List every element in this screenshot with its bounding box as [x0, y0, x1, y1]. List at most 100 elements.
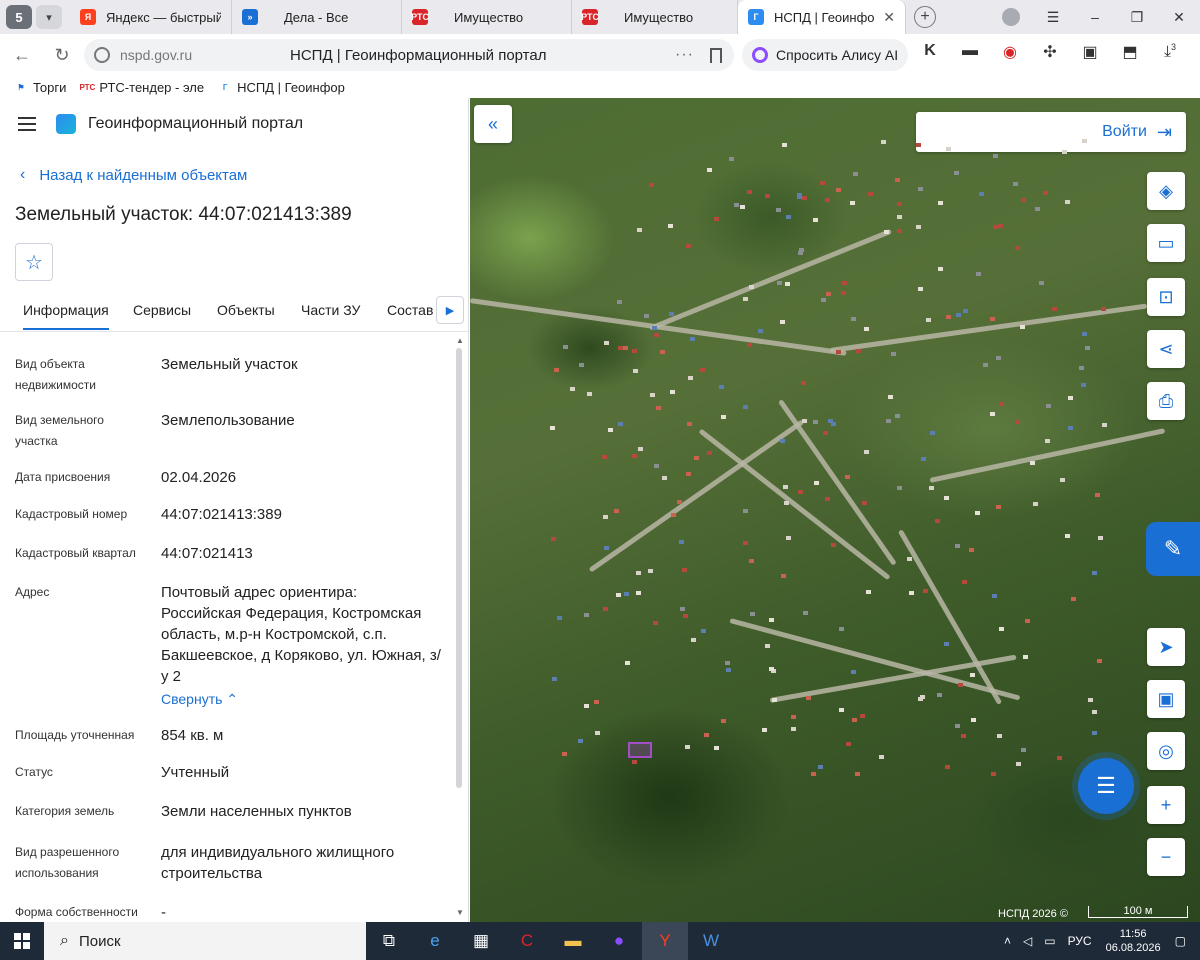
clock-time: 11:56	[1119, 928, 1147, 940]
scroll-down-arrow-icon[interactable]: ▼	[456, 908, 464, 917]
reload-icon[interactable]: ↻	[46, 45, 78, 66]
ccleaner-icon[interactable]: C	[504, 922, 550, 960]
tab-counter[interactable]: 5	[6, 5, 32, 29]
map-rooftop	[894, 414, 900, 419]
map-rooftop	[863, 449, 869, 454]
map-rooftop	[945, 764, 951, 769]
feedback-icon[interactable]: ✎	[1146, 522, 1200, 576]
collapse-address-link[interactable]: Свернуть ⌃	[161, 689, 238, 710]
print-icon[interactable]: ⎙	[1147, 382, 1185, 420]
collapse-panel-icon[interactable]: «	[474, 105, 512, 143]
close-tab-icon[interactable]: ✕	[883, 9, 895, 26]
search-label: Поиск	[78, 932, 121, 950]
panel-scrollbar[interactable]	[456, 348, 462, 788]
word-icon[interactable]: W	[688, 922, 734, 960]
more-dots-icon[interactable]: ···	[675, 46, 694, 64]
downloads-extension-icon[interactable]: ⬒	[1110, 42, 1150, 62]
drop-app-icon[interactable]: ●	[596, 922, 642, 960]
tab-list-chevron-icon[interactable]: ▾	[36, 5, 62, 29]
back-to-results-link[interactable]: ‹ Назад к найденным объектам	[20, 166, 247, 184]
map-rooftop	[883, 229, 889, 234]
map-rooftop	[1043, 191, 1049, 196]
downloads-icon[interactable]: ⤓3	[1150, 42, 1190, 62]
browser-menu-icon[interactable]: ☰	[1032, 9, 1074, 26]
locate-icon[interactable]: ➤	[1147, 628, 1185, 666]
notifications-icon[interactable]: ▢	[1175, 934, 1186, 948]
windows-start-icon[interactable]	[0, 922, 44, 960]
map-rooftop	[962, 308, 968, 313]
task-view-icon[interactable]: ⧉	[366, 922, 412, 960]
close-window-icon[interactable]: ✕	[1158, 9, 1200, 26]
bookmark-rts[interactable]: РТС РТС-тендер - эле	[79, 80, 204, 95]
collections-icon[interactable]: ▣	[1070, 42, 1110, 62]
search-area-icon[interactable]: ⊡	[1147, 278, 1185, 316]
tab-services[interactable]: Сервисы	[133, 302, 191, 318]
new-tab-icon[interactable]: +	[914, 6, 936, 28]
profile-avatar[interactable]	[1002, 8, 1020, 26]
map-rooftop	[706, 450, 712, 455]
speaker-muted-icon[interactable]: ◁	[1023, 934, 1032, 948]
layers-icon[interactable]: ◈	[1147, 172, 1185, 210]
chat-assistant-icon[interactable]: ☰	[1078, 758, 1134, 814]
wallet-extension-icon[interactable]: ▬	[950, 42, 990, 62]
bookmark-icon[interactable]	[710, 47, 722, 63]
selected-parcel-outline[interactable]	[628, 742, 652, 758]
satellite-map[interactable]: « Войти ⇥ ◈ ▭ ⊡ ⋖ ⎙ ✎ ➤ ▣ ◎ + − ☰ НСПД 2…	[470, 98, 1200, 922]
share-icon[interactable]: ⋖	[1147, 330, 1185, 368]
browser-tab[interactable]: РТС Имущество	[572, 0, 738, 34]
kontur-extension-icon[interactable]: K	[910, 42, 950, 62]
map-rooftop	[614, 508, 620, 513]
map-rooftop	[954, 724, 960, 729]
map-rooftop	[761, 728, 767, 733]
tray-chevron-icon[interactable]: ˄	[1004, 934, 1011, 948]
site-info-icon[interactable]	[94, 47, 110, 63]
restore-icon[interactable]: ❐	[1116, 9, 1158, 26]
tab-objects[interactable]: Объекты	[217, 302, 275, 318]
bookmark-torgi[interactable]: ⚑ Торги	[14, 80, 66, 95]
geo-search-icon[interactable]: ◎	[1147, 732, 1185, 770]
minimize-icon[interactable]: –	[1074, 9, 1116, 25]
tab-parts[interactable]: Части ЗУ	[301, 302, 360, 318]
tab-composition[interactable]: Состав	[387, 302, 433, 318]
network-icon[interactable]: ▭	[1044, 934, 1055, 948]
yandex-browser-icon[interactable]: Y	[642, 922, 688, 960]
url-field[interactable]: nspd.gov.ru НСПД | Геоинформационный пор…	[84, 39, 734, 71]
map-rooftop	[990, 772, 996, 777]
hamburger-menu-icon[interactable]	[18, 117, 36, 131]
target-extension-icon[interactable]: ◉	[990, 42, 1030, 62]
ask-alice-button[interactable]: Спросить Алису AI	[742, 39, 909, 71]
zoom-in-icon[interactable]: +	[1147, 786, 1185, 824]
tab-information[interactable]: Информация	[23, 302, 109, 330]
favorite-star-button[interactable]: ☆	[15, 243, 53, 281]
map-rooftop	[896, 486, 902, 491]
back-arrow-icon[interactable]: ←	[6, 45, 38, 66]
map-rooftop	[812, 420, 818, 425]
map-rooftop	[920, 457, 926, 462]
map-rooftop	[1080, 382, 1086, 387]
map-rooftop	[684, 745, 690, 750]
tabs-scroll-right-icon[interactable]: ▶	[436, 296, 464, 324]
minimap-icon[interactable]: ▣	[1147, 680, 1185, 718]
file-explorer-icon[interactable]: ▬	[550, 922, 596, 960]
map-rooftop	[1020, 325, 1026, 330]
browser-tab[interactable]: » Дела - Все	[232, 0, 402, 34]
browser-tab-active[interactable]: Г НСПД | Геоинформ ✕	[738, 0, 906, 34]
ruler-icon[interactable]: ▭	[1147, 224, 1185, 262]
chevron-left-icon: ‹	[20, 166, 26, 183]
puzzle-extensions-icon[interactable]: ✣	[1030, 42, 1070, 62]
taskbar-search[interactable]: ⌕ Поиск	[44, 922, 366, 960]
map-rooftop	[557, 615, 563, 620]
edge-browser-icon[interactable]: e	[412, 922, 458, 960]
address-bar: ← ↻ nspd.gov.ru НСПД | Геоинформационный…	[0, 34, 1200, 76]
browser-tab[interactable]: РТС Имущество	[402, 0, 572, 34]
browser-tab[interactable]: Я Яндекс — быстрый пои	[70, 0, 232, 34]
zoom-out-icon[interactable]: −	[1147, 838, 1185, 876]
scroll-up-arrow-icon[interactable]: ▲	[456, 336, 464, 345]
calculator-icon[interactable]: ▦	[458, 922, 504, 960]
login-button[interactable]: Войти ⇥	[916, 112, 1186, 152]
language-indicator[interactable]: РУС	[1068, 934, 1092, 948]
map-rooftop	[562, 752, 568, 757]
clock[interactable]: 11:56 06.08.2026	[1106, 927, 1161, 955]
bookmark-nspd[interactable]: Г НСПД | Геоинфор	[218, 80, 345, 95]
rts-favicon-icon: РТС	[581, 9, 599, 25]
